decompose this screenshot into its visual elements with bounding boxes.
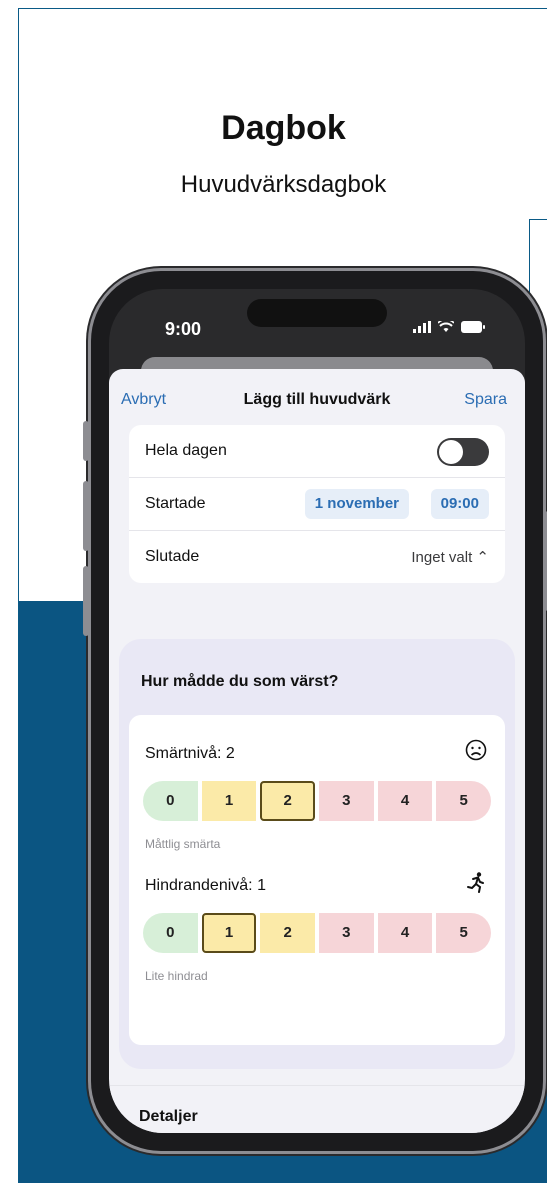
add-headache-sheet: Avbryt Lägg till huvudvärk Spara Hela da…	[109, 369, 525, 1133]
time-settings-group: Hela dagen Startade 1 november 09:00 Slu…	[129, 425, 505, 583]
status-icons	[413, 321, 485, 333]
dynamic-island	[247, 299, 387, 327]
phone-volume-up-button	[83, 481, 89, 551]
started-row: Startade 1 november 09:00	[129, 478, 505, 531]
toggle-knob	[439, 440, 463, 464]
sheet-title: Lägg till huvudvärk	[243, 391, 391, 408]
hindrance-option[interactable]: 4	[377, 913, 433, 953]
details-section[interactable]: Detaljer	[109, 1085, 525, 1133]
pain-option[interactable]: 3	[319, 781, 374, 821]
hindrance-option[interactable]: 3	[319, 913, 374, 953]
phone-volume-down-button	[83, 566, 89, 636]
phone-mockup: 9:00 Avbryt Lägg till huvudvärk Spara He…	[83, 271, 547, 1151]
all-day-row: Hela dagen	[129, 425, 505, 478]
battery-icon	[461, 321, 485, 333]
all-day-label: Hela dagen	[145, 442, 227, 459]
frown-icon	[465, 739, 487, 767]
running-person-icon	[465, 871, 487, 899]
pain-option[interactable]: 0	[143, 781, 198, 821]
sheet-nav-bar: Avbryt Lägg till huvudvärk Spara	[109, 383, 525, 415]
phone-screen: 9:00 Avbryt Lägg till huvudvärk Spara He…	[109, 289, 525, 1133]
pain-scale: 0 1 2 3 4 5	[143, 781, 492, 821]
assessment-section: Hur mådde du som värst? Smärtnivå: 2 0 1…	[119, 639, 515, 1069]
hindrance-option[interactable]: 5	[436, 913, 492, 953]
assessment-card: Smärtnivå: 2 0 1 2 3 4 5 Måttlig smärta …	[129, 715, 505, 1045]
hindrance-caption: Lite hindrad	[145, 969, 208, 983]
ended-row: Slutade Inget valt ⌃	[129, 531, 505, 583]
wifi-icon	[438, 321, 454, 332]
ended-label: Slutade	[145, 548, 200, 565]
pain-level-label: Smärtnivå: 2	[145, 745, 235, 762]
assessment-question: Hur mådde du som värst?	[141, 673, 339, 690]
all-day-toggle[interactable]	[437, 438, 489, 466]
page-subtitle: Huvudvärksdagbok	[180, 171, 387, 198]
pain-option[interactable]: 4	[377, 781, 433, 821]
promo-frame: Dagbok Huvudvärksdagbok 9:00 Avbryt Lägg…	[18, 8, 547, 1183]
started-time-picker[interactable]: 09:00	[430, 489, 489, 519]
page-title: Dagbok	[221, 109, 346, 147]
phone-mute-button	[83, 421, 89, 461]
hindrance-option[interactable]: 2	[260, 913, 316, 953]
pain-option[interactable]: 1	[201, 781, 257, 821]
details-label: Detaljer	[139, 1108, 198, 1125]
pain-option[interactable]: 5	[436, 781, 492, 821]
signal-icon	[413, 321, 431, 333]
pain-option-selected[interactable]: 2	[260, 781, 316, 821]
started-label: Startade	[145, 495, 206, 512]
hindrance-scale: 0 1 2 3 4 5	[143, 913, 492, 953]
status-time: 9:00	[165, 319, 202, 339]
pain-caption: Måttlig smärta	[145, 837, 221, 851]
hindrance-level-label: Hindrandenivå: 1	[145, 877, 266, 894]
save-button[interactable]: Spara	[464, 391, 507, 409]
ended-picker[interactable]: Inget valt ⌃	[411, 548, 489, 566]
hindrance-option[interactable]: 0	[143, 913, 198, 953]
started-date-picker[interactable]: 1 november	[304, 489, 409, 519]
hindrance-option-selected[interactable]: 1	[201, 913, 257, 953]
